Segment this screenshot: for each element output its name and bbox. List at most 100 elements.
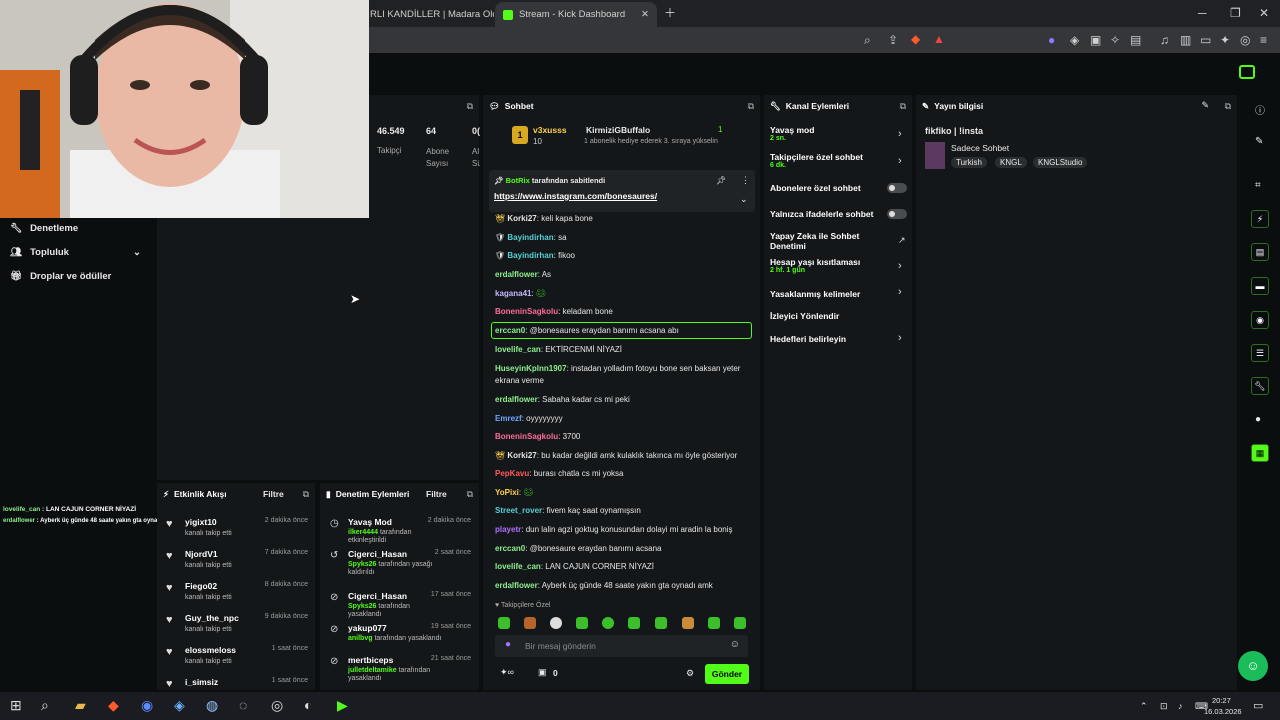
action-ai-moderation[interactable]: Yapay Zeka ile Sohbet Denetimi: [770, 231, 890, 251]
tag-chip[interactable]: KNGL: [995, 157, 1027, 168]
chat-username[interactable]: BoneninSagkolu: [495, 432, 558, 441]
treasure-icon[interactable]: ▣: [538, 667, 547, 678]
emote-icon[interactable]: [524, 617, 536, 629]
bolt-icon[interactable]: ⚡︎: [1251, 210, 1269, 228]
clock-date[interactable]: 16.03.2026: [1204, 707, 1242, 716]
extension-icon[interactable]: ●: [1048, 34, 1055, 46]
chat-username[interactable]: Bayindirhan: [507, 233, 553, 242]
app-icon[interactable]: ◐: [304, 697, 312, 713]
edit-icon[interactable]: ✎: [1201, 100, 1209, 111]
send-button[interactable]: Gönder: [705, 664, 749, 684]
chat-message[interactable]: kagana41: 🐸︎: [495, 288, 755, 300]
maximize-icon[interactable]: ❐: [1230, 7, 1241, 19]
external-link-icon[interactable]: ↗: [898, 235, 906, 246]
steam-icon[interactable]: ◍: [206, 697, 218, 714]
broadcast-icon[interactable]: ◉: [1251, 311, 1269, 329]
emote-icon[interactable]: [550, 617, 562, 629]
action-followers-only[interactable]: Takipçilere özel sohbet 6 dk.: [770, 152, 863, 169]
emoji-icon[interactable]: ☺: [730, 639, 740, 650]
brave-icon[interactable]: ◆: [108, 697, 119, 714]
extension-icon[interactable]: ▤: [1130, 34, 1141, 46]
vpn-icon[interactable]: ◎: [1240, 34, 1250, 46]
chevron-right-icon[interactable]: ›: [898, 332, 902, 344]
action-banned-words[interactable]: Yasaklanmış kelimeler: [770, 289, 860, 299]
notification-icon[interactable]: ▭: [1253, 699, 1263, 712]
mod-target[interactable]: Cigerci_Hasan: [348, 549, 407, 559]
chat-message[interactable]: erdalflower: Ayberk üç günde 48 saate ya…: [495, 580, 755, 592]
wrench-icon[interactable]: 🔧︎: [1251, 377, 1269, 395]
more-icon[interactable]: ⋮: [741, 175, 750, 186]
filter-button[interactable]: Filtre: [263, 489, 284, 499]
search-icon[interactable]: ⌕: [41, 697, 49, 714]
mod-target[interactable]: yakup077: [348, 623, 387, 633]
chat-username[interactable]: erccan0: [495, 544, 525, 553]
tab-madara[interactable]: RLI KANDİLLER | Madara Olduk: [362, 2, 494, 27]
chat-username[interactable]: erdalflower: [495, 395, 538, 404]
chat-message[interactable]: BoneninSagkolu: 3700: [495, 431, 755, 443]
gifter-name[interactable]: KirmiziGBuffalo: [586, 125, 650, 135]
close-tab-icon[interactable]: ✕: [641, 9, 649, 20]
music-icon[interactable]: ♫: [1160, 34, 1169, 46]
extension-icon[interactable]: ▣: [1090, 34, 1101, 46]
category-name[interactable]: Sadece Sohbet: [951, 143, 1009, 153]
tab-kick-dashboard[interactable]: Stream - Kick Dashboard ✕: [495, 2, 657, 27]
kick-logo-icon[interactable]: [1239, 65, 1255, 79]
emote-icon[interactable]: [498, 617, 510, 629]
chat-username[interactable]: Bayindirhan: [507, 251, 553, 260]
follower-name[interactable]: yigixt10: [185, 517, 217, 527]
chat-message[interactable]: BoneninSagkolu: keladam bone: [495, 306, 755, 318]
follower-name[interactable]: i_simsiz: [185, 677, 218, 687]
file-explorer-icon[interactable]: ▰: [75, 697, 86, 714]
sidebar-item-droplar[interactable]: 🎁︎ Droplar ve ödüller: [10, 271, 111, 282]
chat-message[interactable]: 🛡︎ Bayindirhan: sa: [495, 232, 755, 244]
chat-username[interactable]: Korki27: [507, 451, 536, 460]
popout-icon[interactable]: ⧉: [303, 489, 309, 500]
emote-icon[interactable]: [576, 617, 588, 629]
chat-username[interactable]: erdalflower: [495, 581, 538, 590]
puzzle-icon[interactable]: ✧: [1110, 34, 1120, 46]
pencil-icon[interactable]: ✎: [1255, 136, 1263, 147]
action-account-age[interactable]: Hesap yaşı kısıtlaması 2 hf. 1 gün: [770, 257, 860, 274]
chat-message[interactable]: lovelife_can: LAN CAJUN CORNER NİYAZİ: [495, 561, 755, 573]
chat-message[interactable]: erdalflower: As: [495, 269, 755, 281]
chat-input[interactable]: ● Bir mesaj gönderin ☺: [495, 635, 748, 657]
chat-username[interactable]: YoPixi: [495, 488, 519, 497]
category-thumbnail[interactable]: [925, 142, 945, 169]
discord-icon[interactable]: ◉: [141, 697, 153, 714]
chat-message[interactable]: 🛡︎ Bayindirhan: fikoo: [495, 250, 755, 262]
brave-rewards-icon[interactable]: ▲: [933, 33, 945, 45]
chat-username[interactable]: erccan0: [495, 326, 525, 335]
chat-icon[interactable]: ▬: [1251, 277, 1269, 295]
emote-icon[interactable]: [628, 617, 640, 629]
crop-icon[interactable]: ⌗: [1255, 180, 1261, 191]
chat-message[interactable]: PepKavu: burası chatla cs mi yoksa: [495, 468, 755, 480]
popout-icon[interactable]: ⧉: [1225, 101, 1231, 112]
emote-icon[interactable]: [734, 617, 746, 629]
chat-message[interactable]: lovelife_can: EKTİRCENMİ NİYAZİ: [495, 344, 755, 356]
chat-message[interactable]: playetr: dun lalin agzi goktug konusunda…: [495, 524, 755, 536]
help-chat-icon[interactable]: ☺: [1238, 651, 1268, 681]
follower-name[interactable]: NjordV1: [185, 549, 218, 559]
info-icon[interactable]: ⓘ: [1255, 102, 1265, 117]
emote-icon[interactable]: [708, 617, 720, 629]
tray-chevron-icon[interactable]: ⌃: [1140, 701, 1148, 712]
follower-name[interactable]: elossmeloss: [185, 645, 236, 655]
app-icon[interactable]: ◌: [239, 697, 247, 713]
popout-icon[interactable]: ⧉: [467, 101, 473, 112]
chat-username[interactable]: lovelife_can: [495, 345, 541, 354]
chat-username[interactable]: kagana41: [495, 289, 531, 298]
moderator-name[interactable]: Spyks26: [348, 561, 376, 568]
tag-chip[interactable]: Turkish: [951, 157, 987, 168]
kick-app-icon[interactable]: ▶: [337, 697, 348, 714]
calendar-icon[interactable]: ▦: [1251, 444, 1269, 462]
chat-username[interactable]: Street_rover: [495, 506, 542, 515]
unpin-icon[interactable]: 📌︎: [716, 176, 726, 185]
sidebar-item-denetleme[interactable]: 🔧︎ Denetleme: [10, 223, 78, 234]
extension-icon[interactable]: ◈: [1070, 34, 1079, 46]
chat-username[interactable]: erdalflower: [495, 270, 538, 279]
chat-username[interactable]: Korki27: [507, 214, 536, 223]
list-icon[interactable]: ☰: [1251, 344, 1269, 362]
minimize-icon[interactable]: ─: [1198, 7, 1207, 19]
chat-username[interactable]: BoneninSagkolu: [495, 307, 558, 316]
chat-message[interactable]: Street_rover: fivem kaç saat oynamışsın: [495, 505, 755, 517]
